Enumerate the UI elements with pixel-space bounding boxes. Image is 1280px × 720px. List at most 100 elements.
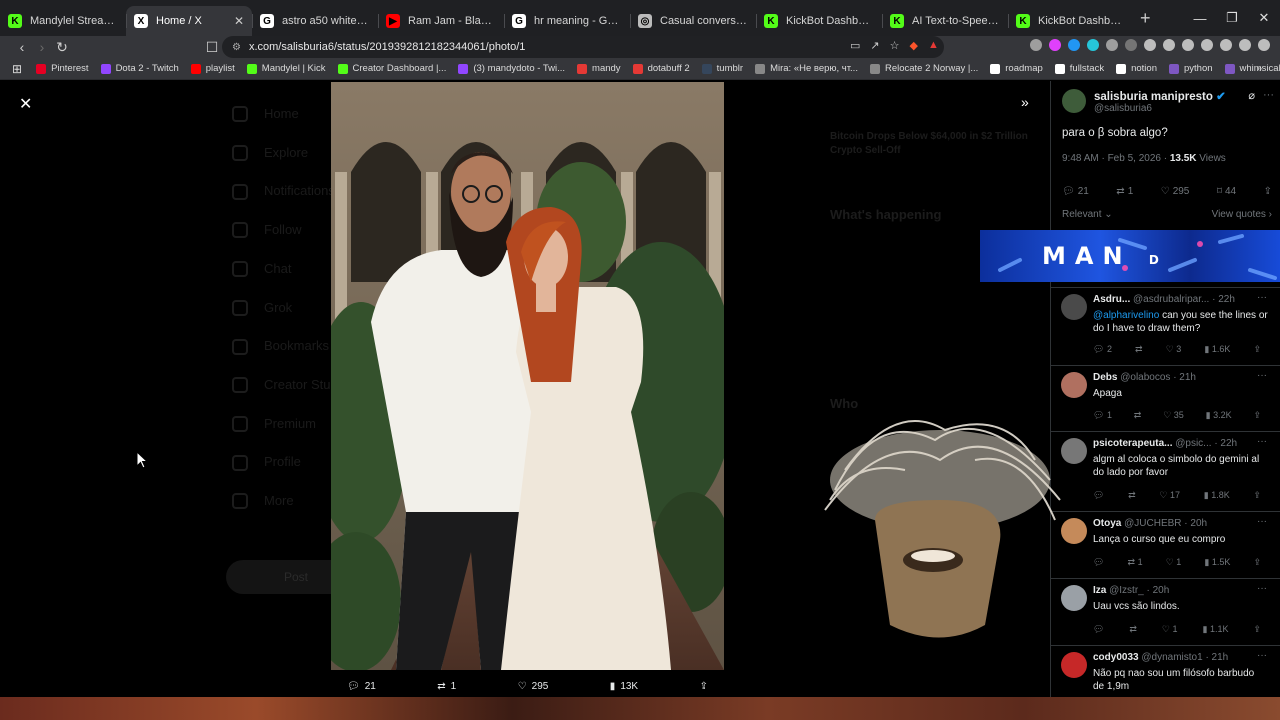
extension-icon[interactable] (1049, 39, 1061, 51)
reply-like-button[interactable]: ♡ 3 (1166, 344, 1182, 355)
reply-repost-button[interactable]: ⇄ (1129, 624, 1137, 635)
reply-repost-button[interactable]: ⇄ 1 (1128, 557, 1143, 568)
photo-like-button[interactable]: ♡ 295 (518, 681, 549, 692)
reply-author-handle[interactable]: @JUCHEBR (1124, 518, 1181, 529)
bookmark-item[interactable]: whimsical (1224, 63, 1280, 74)
cast-icon[interactable]: ▭ (850, 39, 860, 52)
reply-author-name[interactable]: Iza (1093, 585, 1106, 596)
reply-author-handle[interactable]: @asdrubalripar... (1133, 294, 1209, 305)
author-handle[interactable]: @salisburia6 (1094, 103, 1248, 114)
reply-share-button[interactable]: ⇪ (1253, 410, 1261, 421)
bookmark-item[interactable]: Creator Dashboard |... (337, 63, 446, 74)
reply-author-name[interactable]: Debs (1093, 372, 1117, 383)
reply-author-name[interactable]: psicoterapeuta... (1093, 438, 1172, 449)
extension-icon[interactable] (1125, 39, 1137, 51)
more-icon[interactable]: ··· (1257, 436, 1267, 447)
bookmark-item[interactable]: Dota 2 - Twitch (100, 63, 179, 74)
forward-icon[interactable]: › (32, 39, 52, 55)
reply-reply-button[interactable]: 💬︎ 2 (1093, 344, 1112, 355)
close-tab-icon[interactable]: ✕ (234, 14, 244, 28)
address-bar[interactable]: ⚙ x.com/salisburia6/status/2019392812182… (222, 36, 944, 58)
reply-author-handle[interactable]: @Izstr_ (1109, 585, 1144, 596)
reply-like-button[interactable]: ♡ 1 (1166, 557, 1182, 568)
reply-repost-button[interactable]: ⇄ (1128, 490, 1136, 501)
more-icon[interactable]: ··· (1257, 292, 1267, 303)
bookmark-item[interactable]: Mira: «Не верю, чт... (755, 63, 858, 74)
extension-icon[interactable] (1087, 39, 1099, 51)
browser-tab[interactable]: Ghr meaning - Google Sear (504, 6, 630, 36)
browser-tab[interactable]: K KickBot Dashboard (1008, 6, 1134, 36)
reply-author-handle[interactable]: @psic... (1175, 438, 1211, 449)
reply-item[interactable]: Asdru... @asdrubalripar... · 22h ··· @alph… (1051, 287, 1280, 365)
reply-button[interactable]: 💬︎ 21 (1062, 186, 1089, 197)
menu-icon[interactable] (1258, 39, 1270, 51)
browser-tab[interactable]: K Mandylel Stream - Watch (0, 6, 126, 36)
more-bookmarks-icon[interactable]: » (1257, 63, 1262, 74)
reply-like-button[interactable]: ♡ 35 (1163, 410, 1184, 421)
post-timestamp[interactable]: 9:48 AM · Feb 5, 2026 · (1062, 153, 1170, 164)
browser-tab[interactable]: ◎ Casual conversation (630, 6, 756, 36)
avatar[interactable] (1062, 89, 1086, 113)
music-icon[interactable] (1144, 39, 1156, 51)
reply-repost-button[interactable]: ⇄ (1134, 410, 1142, 421)
share-icon[interactable]: ↗ (870, 39, 879, 52)
reply-repost-button[interactable]: ⇄ (1135, 344, 1143, 355)
reply-author-name[interactable]: Otoya (1093, 518, 1121, 529)
reply-mention[interactable]: @alpharivelino (1093, 310, 1159, 321)
reply-reply-button[interactable]: 💬︎ 1 (1093, 410, 1112, 421)
view-quotes-link[interactable]: View quotes › (1212, 209, 1272, 220)
back-icon[interactable]: ‹ (12, 39, 32, 55)
reply-author-name[interactable]: Asdru... (1093, 294, 1130, 305)
bookmark-item[interactable]: dotabuff 2 (632, 63, 690, 74)
download-icon[interactable] (1220, 39, 1232, 51)
reply-author-handle[interactable]: @dynamisto1 (1141, 652, 1202, 663)
reply-views-button[interactable]: ▮ 1.1K (1202, 624, 1228, 635)
collapse-sidebar-icon[interactable]: » (1021, 94, 1029, 110)
sidebar-icon[interactable] (1163, 39, 1175, 51)
reply-share-button[interactable]: ⇪ (1253, 344, 1261, 355)
avatar[interactable] (1061, 372, 1087, 398)
reply-views-button[interactable]: ▮ 3.2K (1206, 410, 1232, 421)
apps-icon[interactable]: ⊞ (12, 62, 22, 76)
avatar[interactable] (1061, 652, 1087, 678)
reply-item[interactable]: psicoterapeuta... @psic... · 22h ··· algm … (1051, 431, 1280, 511)
photo-repost-button[interactable]: ⇄ 1 (437, 681, 456, 692)
wallet-icon[interactable] (1182, 39, 1194, 51)
share-button[interactable]: ⇪ (1264, 186, 1272, 197)
browser-tab[interactable]: ▶ Ram Jam - Black Betty (Of (378, 6, 504, 36)
bookmark-item[interactable]: tumblr (701, 63, 743, 74)
reply-reply-button[interactable]: 💬︎ (1093, 490, 1104, 501)
photo-views-button[interactable]: ▮ 13K (610, 681, 638, 692)
bookmark-item[interactable]: notion (1116, 63, 1157, 74)
sort-dropdown[interactable]: Relevant ⌄ (1062, 209, 1113, 220)
reply-author-name[interactable]: cody0033 (1093, 652, 1139, 663)
browser-tab[interactable]: X Home / X ✕ (126, 6, 252, 36)
bookmark-button[interactable]: ⌑ 44 (1217, 186, 1236, 197)
reply-item[interactable]: Debs @olabocos · 21h ··· Apaga 💬︎ 1 ⇄ ♡ 35 ▮ … (1051, 365, 1280, 431)
reply-item[interactable]: Iza @Izstr_ · 20h ··· Uau vcs são lindos. 💬… (1051, 578, 1280, 645)
browser-tab[interactable]: K KickBot Dashboard (756, 6, 882, 36)
bookmark-item[interactable]: Relocate 2 Norway |... (869, 63, 978, 74)
reply-reply-button[interactable]: 💬︎ (1093, 624, 1104, 635)
post-photo[interactable] (331, 82, 724, 670)
puzzle-icon[interactable] (1106, 39, 1118, 51)
reply-share-button[interactable]: ⇪ (1253, 490, 1261, 501)
bookmark-item[interactable]: Pinterest (36, 63, 89, 74)
extension-icon[interactable] (1030, 39, 1042, 51)
restore-icon[interactable]: ❐ (1216, 10, 1248, 26)
site-info-icon[interactable]: ⚙ (232, 42, 241, 53)
author-name[interactable]: salisburia manipresto ✔ (1094, 89, 1248, 103)
reply-item[interactable]: cody0033 @dynamisto1 · 21h ··· Não pq nao … (1051, 645, 1280, 697)
bookmark-item[interactable]: fullstack (1054, 63, 1104, 74)
reload-icon[interactable]: ↻ (52, 39, 72, 56)
more-icon[interactable]: ··· (1257, 583, 1267, 594)
leo-icon[interactable] (1201, 39, 1213, 51)
star-icon[interactable]: ☆ (890, 39, 900, 52)
like-button[interactable]: ♡ 295 (1161, 186, 1190, 197)
reply-item[interactable]: Otoya @JUCHEBR · 20h ··· Lança o curso que… (1051, 511, 1280, 578)
bookmark-item[interactable]: Mandylel | Kick (246, 63, 326, 74)
photo-reply-button[interactable]: 💬︎ 21 (347, 681, 376, 692)
brave-shield-icon[interactable]: ◆ (910, 39, 918, 52)
reply-like-button[interactable]: ♡ 1 (1162, 624, 1178, 635)
reply-views-button[interactable]: ▮ 1.5K (1204, 557, 1230, 568)
